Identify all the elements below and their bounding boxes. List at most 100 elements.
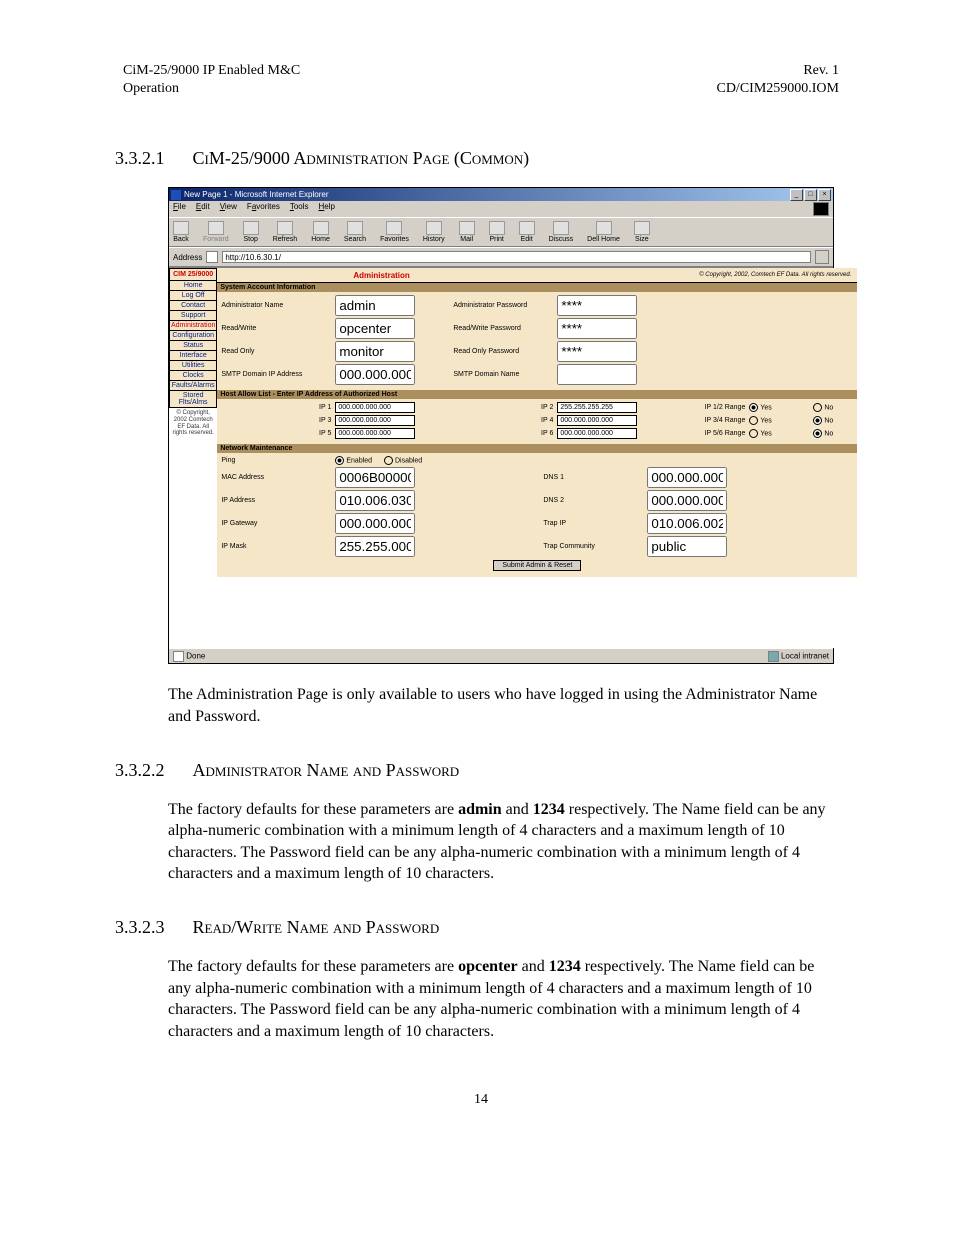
sidebar-item-contact[interactable]: Contact: [169, 301, 217, 311]
refresh-icon: [277, 221, 293, 235]
forward-icon: [208, 221, 224, 235]
heading-num: 3.3.2.1: [115, 148, 165, 169]
sidebar-item-status[interactable]: Status: [169, 341, 217, 351]
sidebar-item-configuration[interactable]: Configuration: [169, 331, 217, 341]
label-mask: IP Mask: [221, 543, 331, 550]
back-button[interactable]: Back: [173, 221, 189, 243]
refresh-button[interactable]: Refresh: [273, 221, 298, 243]
ip6-input[interactable]: [557, 428, 637, 439]
favorites-button[interactable]: Favorites: [380, 221, 409, 243]
history-icon: [426, 221, 442, 235]
sidebar-item-storedflts[interactable]: Stored Flts/Alms: [169, 391, 217, 408]
size-button[interactable]: Size: [634, 221, 650, 243]
sidebar-item-support[interactable]: Support: [169, 311, 217, 321]
sidebar-item-faults[interactable]: Faults/Alarms: [169, 381, 217, 391]
label-ip12-range: IP 1/2 Range: [675, 404, 745, 411]
mac-input[interactable]: [335, 467, 415, 488]
sidebar-item-administration[interactable]: Administration: [169, 321, 217, 331]
heading-title: Read/Write Name and Password: [193, 917, 440, 938]
menu-view[interactable]: View: [220, 202, 237, 216]
menu-edit[interactable]: Edit: [196, 202, 210, 216]
smtp-ip-input[interactable]: [335, 364, 415, 385]
history-button[interactable]: History: [423, 221, 445, 243]
home-button[interactable]: Home: [311, 221, 330, 243]
rw-pass-input[interactable]: [557, 318, 637, 339]
mask-input[interactable]: [335, 536, 415, 557]
ro-pass-input[interactable]: [557, 341, 637, 362]
smtp-name-input[interactable]: [557, 364, 637, 385]
print-button[interactable]: Print: [489, 221, 505, 243]
ip34-no-radio[interactable]: No: [813, 416, 833, 425]
label-ip34-range: IP 3/4 Range: [675, 417, 745, 424]
page-title: Administration: [353, 271, 409, 280]
rw-name-input[interactable]: [335, 318, 415, 339]
page-header: CiM-25/9000 IP Enabled M&C Operation Rev…: [123, 62, 839, 98]
menu-favorites[interactable]: Favorites: [247, 202, 280, 216]
stop-button[interactable]: Stop: [243, 221, 259, 243]
edit-icon: [519, 221, 535, 235]
ip12-no-radio[interactable]: No: [813, 403, 833, 412]
submit-admin-button[interactable]: Submit Admin & Reset: [493, 560, 581, 571]
heading-3-3-2-2: 3.3.2.2 Administrator Name and Password: [115, 760, 839, 781]
home-icon: [313, 221, 329, 235]
minimize-button[interactable]: _: [790, 189, 803, 201]
ip34-yes-radio[interactable]: Yes: [749, 416, 771, 425]
ping-enabled-radio[interactable]: Enabled: [335, 456, 372, 465]
ip2-input[interactable]: [557, 402, 637, 413]
heading-num: 3.3.2.2: [115, 760, 165, 781]
window-title: New Page 1 - Microsoft Internet Explorer: [184, 190, 329, 199]
address-input[interactable]: [222, 251, 811, 263]
size-icon: [634, 221, 650, 235]
admin-name-input[interactable]: [335, 295, 415, 316]
sidebar-item-utilities[interactable]: Utilities: [169, 361, 217, 371]
ip5-input[interactable]: [335, 428, 415, 439]
label-trapcom: Trap Community: [543, 543, 643, 550]
edit-button[interactable]: Edit: [519, 221, 535, 243]
close-button[interactable]: ×: [818, 189, 831, 201]
menu-tools[interactable]: Tools: [290, 202, 309, 216]
dell-icon: [596, 221, 612, 235]
ping-disabled-radio[interactable]: Disabled: [384, 456, 422, 465]
trapip-input[interactable]: [647, 513, 727, 534]
hdr-left1: CiM-25/9000 IP Enabled M&C: [123, 62, 300, 80]
mail-button[interactable]: Mail: [459, 221, 475, 243]
dns2-input[interactable]: [647, 490, 727, 511]
label-gateway: IP Gateway: [221, 520, 331, 527]
page-number: 14: [123, 1092, 839, 1108]
section-network-maint: Network Maintenance: [217, 444, 857, 453]
sidebar-item-home[interactable]: Home: [169, 281, 217, 291]
menu-help[interactable]: Help: [319, 202, 335, 216]
label-smtp-ip: SMTP Domain IP Address: [221, 371, 331, 378]
label-dns1: DNS 1: [543, 474, 643, 481]
ip4-input[interactable]: [557, 415, 637, 426]
ip56-yes-radio[interactable]: Yes: [749, 429, 771, 438]
label-smtp-name: SMTP Domain Name: [453, 371, 553, 378]
sidebar-item-clocks[interactable]: Clocks: [169, 371, 217, 381]
paragraph-1: The Administration Page is only availabl…: [168, 684, 839, 727]
dellhome-button[interactable]: Dell Home: [587, 221, 620, 243]
discuss-button[interactable]: Discuss: [549, 221, 574, 243]
ip3-input[interactable]: [335, 415, 415, 426]
ip56-no-radio[interactable]: No: [813, 429, 833, 438]
search-button[interactable]: Search: [344, 221, 366, 243]
menu-file[interactable]: File: [173, 202, 186, 216]
dns1-input[interactable]: [647, 467, 727, 488]
go-button[interactable]: [815, 250, 829, 264]
sidebar-item-logoff[interactable]: Log Off: [169, 291, 217, 301]
label-ro-pass: Read Only Password: [453, 348, 553, 355]
sidebar-item-interface[interactable]: Interface: [169, 351, 217, 361]
label-ip5: IP 5: [221, 430, 331, 437]
ip12-yes-radio[interactable]: Yes: [749, 403, 771, 412]
ro-name-input[interactable]: [335, 341, 415, 362]
forward-button[interactable]: Forward: [203, 221, 229, 243]
label-admin-name: Administrator Name: [221, 302, 331, 309]
ip1-input[interactable]: [335, 402, 415, 413]
hdr-right2: CD/CIM259000.IOM: [716, 80, 839, 98]
titlebar: New Page 1 - Microsoft Internet Explorer…: [169, 188, 833, 201]
gateway-input[interactable]: [335, 513, 415, 534]
ipaddr-input[interactable]: [335, 490, 415, 511]
page-icon: [206, 251, 218, 263]
admin-pass-input[interactable]: [557, 295, 637, 316]
maximize-button[interactable]: □: [804, 189, 817, 201]
trapcom-input[interactable]: [647, 536, 727, 557]
